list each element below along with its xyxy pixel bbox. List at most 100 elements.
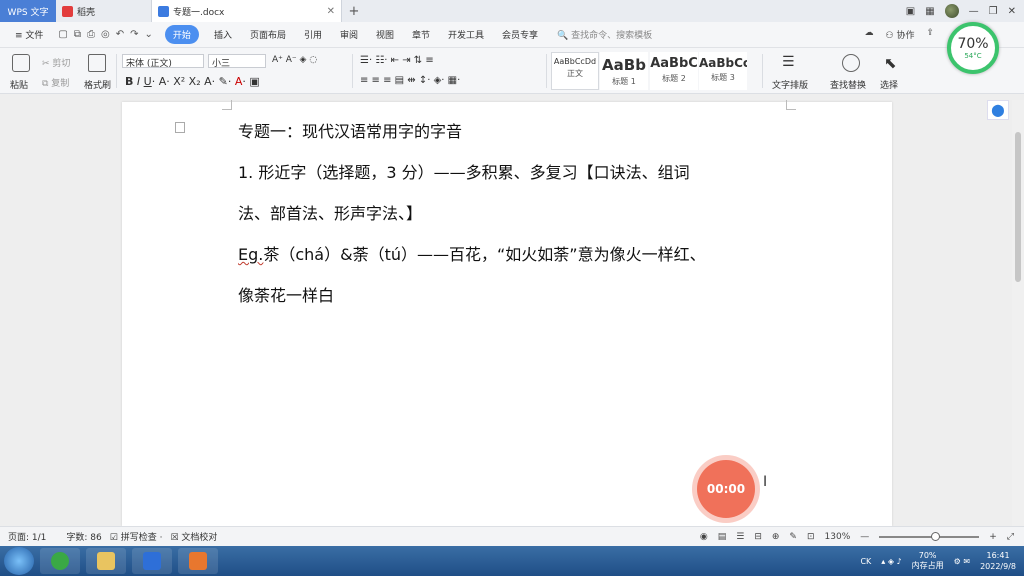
minimize-icon[interactable]: —: [969, 6, 979, 17]
eye-icon[interactable]: ◉: [700, 532, 708, 542]
tray-misc-icons[interactable]: ⚙ ✉: [954, 557, 970, 566]
menu-references[interactable]: 引用: [304, 28, 322, 41]
tray-icons[interactable]: ▴ ◈ ♪: [881, 557, 901, 566]
style-name: 标题 3: [711, 73, 735, 82]
redo-icon[interactable]: ↷: [130, 29, 138, 40]
zoom-slider-knob[interactable]: [931, 531, 941, 541]
location-pin-icon[interactable]: ⬤: [987, 100, 1009, 120]
zoom-level[interactable]: 130%: [825, 532, 851, 542]
format-painter-icon[interactable]: [88, 54, 106, 72]
share-icon[interactable]: ⇪: [926, 28, 934, 41]
collaborate-button[interactable]: ⚇ 协作: [886, 28, 915, 41]
menu-insert[interactable]: 插入: [214, 28, 232, 41]
paste-icon[interactable]: [12, 54, 30, 72]
style-heading-1[interactable]: AaBb 标题 1: [600, 52, 648, 90]
write-view-icon[interactable]: ✎: [789, 532, 797, 542]
grid-icon[interactable]: ▦: [925, 6, 934, 17]
wps-app-tab[interactable]: WPS 文字: [0, 0, 56, 22]
scrollbar-thumb[interactable]: [1015, 132, 1021, 282]
font-size-select[interactable]: 小三: [208, 54, 266, 69]
zoom-out-button[interactable]: —: [860, 532, 869, 542]
layout-icon[interactable]: ▣: [906, 6, 915, 17]
undo-icon[interactable]: ↶: [116, 29, 124, 40]
style-heading-3[interactable]: AaBbCc 标题 3: [699, 52, 747, 90]
format-painter-label[interactable]: 格式刷: [84, 78, 111, 91]
memory-monitor[interactable]: 70% 内存占用: [912, 551, 944, 571]
text-layout-button[interactable]: 文字排版: [772, 78, 808, 91]
preview-icon[interactable]: ◎: [101, 29, 110, 40]
taskbar-wps-presentation[interactable]: [178, 548, 218, 574]
export-icon[interactable]: ⧉: [74, 29, 81, 40]
align-buttons[interactable]: ≡ ≡ ≡ ▤ ⇹ ↕· ◈· ▦·: [360, 75, 460, 86]
list-buttons[interactable]: ☰· ☷· ⇤ ⇥ ⇅ ≡: [360, 55, 434, 66]
menu-member[interactable]: 会员专享: [502, 28, 538, 41]
menu-developer[interactable]: 开发工具: [448, 28, 484, 41]
menu-file[interactable]: ≡ 文件: [15, 28, 43, 41]
cut-label: 剪切: [52, 59, 71, 69]
read-view-icon[interactable]: ⊟: [754, 532, 762, 542]
wps-presentation-icon: [189, 552, 207, 570]
text-format-buttons[interactable]: B I U· A· X² X₂ A· ✎· A· ▣: [125, 75, 260, 88]
taskbar-browser[interactable]: [40, 548, 80, 574]
copy-button[interactable]: ⧉ 复制: [42, 76, 69, 89]
doc-title[interactable]: 专题一：现代汉语常用字的字音: [238, 118, 462, 142]
new-tab-button[interactable]: +: [342, 0, 366, 22]
web-view-icon[interactable]: ⊕: [772, 532, 780, 542]
ime-indicator[interactable]: CK: [860, 557, 871, 566]
close-tab-icon[interactable]: ✕: [327, 6, 335, 17]
restore-icon[interactable]: ❐: [989, 6, 998, 17]
word-count[interactable]: 字数: 86: [66, 530, 101, 543]
save-icon[interactable]: ▢: [58, 29, 67, 40]
outline-view-icon[interactable]: ☰: [736, 532, 744, 542]
zoom-slider[interactable]: [879, 531, 980, 541]
taskbar-wps-writer[interactable]: [132, 548, 172, 574]
cloud-sync-icon[interactable]: ☁: [865, 28, 874, 41]
menu-home[interactable]: 开始: [164, 25, 199, 44]
cut-button[interactable]: ✂ 剪切: [42, 56, 70, 69]
doc-line-eg[interactable]: Eg.茶（chá）&荼（tú）——百花，“如火如荼”意为像火一样红、: [238, 241, 706, 265]
tab-docer[interactable]: 稻壳: [56, 0, 152, 22]
style-sample: AaBb: [602, 56, 646, 74]
chevron-down-icon[interactable]: ⌄: [145, 29, 153, 40]
start-button[interactable]: [4, 547, 34, 575]
title-tab-bar: WPS 文字 稻壳 专题一.docx ✕ + ▣ ▦ — ❐ ✕: [0, 0, 1024, 22]
menu-view[interactable]: 视图: [376, 28, 394, 41]
menu-page-layout[interactable]: 页面布局: [250, 28, 286, 41]
font-name-select[interactable]: 宋体 (正文): [122, 54, 204, 69]
style-heading-2[interactable]: AaBbC 标题 2: [650, 52, 698, 90]
performance-monitor[interactable]: 70% 54°C: [947, 22, 999, 74]
print-icon[interactable]: ⎙: [87, 29, 95, 40]
taskbar-explorer[interactable]: [86, 548, 126, 574]
find-replace-button[interactable]: 查找替换: [830, 78, 866, 91]
font-size-controls[interactable]: A⁺ A⁻ ◈ ◌: [272, 55, 317, 65]
close-window-icon[interactable]: ✕: [1008, 6, 1016, 17]
menu-file-label: 文件: [25, 31, 44, 41]
doc-line[interactable]: 1. 形近字（选择题，3 分）——多积累、多复习【口诀法、组词: [238, 159, 690, 183]
spell-check-toggle[interactable]: ☑ 拼写检查 ·: [110, 530, 163, 543]
divider: [116, 54, 117, 88]
paste-label[interactable]: 粘贴: [10, 78, 28, 91]
style-normal[interactable]: AaBbCcDd 正文: [551, 52, 599, 90]
zoom-in-button[interactable]: +: [989, 532, 997, 542]
fullscreen-icon[interactable]: ⤢: [1007, 532, 1014, 542]
page-count[interactable]: 页面: 1/1: [8, 530, 46, 543]
divider: [352, 54, 353, 88]
vertical-scrollbar[interactable]: [1012, 100, 1024, 526]
command-search[interactable]: 🔍 查找命令、搜索模板: [557, 28, 652, 41]
avatar[interactable]: [944, 4, 959, 18]
menu-section[interactable]: 章节: [412, 28, 430, 41]
select-button[interactable]: 选择: [880, 78, 898, 91]
doc-line[interactable]: 像荼花一样白: [238, 282, 334, 306]
fit-icon[interactable]: ⊡: [807, 532, 815, 542]
tab-document[interactable]: 专题一.docx ✕: [152, 0, 342, 22]
doc-proof-toggle[interactable]: ☒ 文档校对: [170, 530, 217, 543]
page-view-icon[interactable]: ▤: [718, 532, 727, 542]
recording-timer-button[interactable]: 00:00: [697, 460, 755, 518]
eg-text: 茶（chá）&荼（tú）——百花，“如火如荼”意为像火一样红、: [263, 245, 706, 264]
menu-review[interactable]: 审阅: [340, 28, 358, 41]
spell-check-label: 拼写检查: [120, 533, 157, 543]
system-clock[interactable]: 16:41 2022/9/8: [980, 550, 1016, 572]
paragraph-icon[interactable]: [175, 122, 185, 133]
doc-line[interactable]: 法、部首法、形声字法、】: [238, 200, 422, 224]
ribbon-toolbar: 粘贴 ✂ 剪切 ⧉ 复制 格式刷 宋体 (正文) 小三 A⁺ A⁻ ◈ ◌ B …: [0, 48, 1024, 94]
